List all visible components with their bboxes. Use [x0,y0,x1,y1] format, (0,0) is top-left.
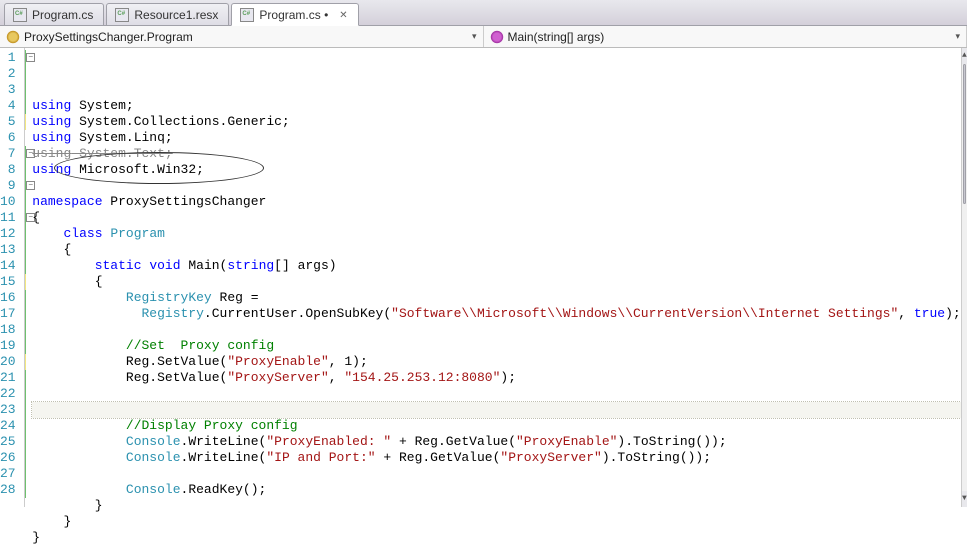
tab-label: Resource1.resx [134,8,218,22]
code-line[interactable]: //Display Proxy config [32,418,960,434]
class-dropdown[interactable]: ProxySettingsChanger.Program [0,26,484,47]
navigation-bar: ProxySettingsChanger.Program Main(string… [0,26,967,48]
line-number: 7 [0,146,24,162]
line-number: 6 [0,130,24,146]
code-line[interactable]: Console.WriteLine("ProxyEnabled: " + Reg… [32,434,960,450]
code-line[interactable]: { [32,210,960,226]
line-number: 15 [0,274,24,290]
line-number-gutter: 1234567891011121314151617181920212223242… [0,48,25,507]
line-number: 20 [0,354,24,370]
line-number: 5 [0,114,24,130]
code-line[interactable]: { [32,242,960,258]
code-line[interactable]: using Microsoft.Win32; [32,162,960,178]
line-number: 17 [0,306,24,322]
line-number: 27 [0,466,24,482]
tab-label: Program.cs [32,8,93,22]
code-editor[interactable]: 1234567891011121314151617181920212223242… [0,48,967,507]
line-number: 25 [0,434,24,450]
tab-bar: Program.cs Resource1.resx Program.cs • ✕ [0,0,967,26]
code-line[interactable]: } [32,530,960,546]
line-number: 16 [0,290,24,306]
line-number: 14 [0,258,24,274]
code-line[interactable] [32,402,960,418]
line-number: 4 [0,98,24,114]
code-line[interactable]: Console.ReadKey(); [32,482,960,498]
code-line[interactable]: } [32,514,960,530]
code-line[interactable]: namespace ProxySettingsChanger [32,194,960,210]
code-line[interactable] [32,466,960,482]
close-icon[interactable]: ✕ [339,10,347,21]
tab-resource1-resx[interactable]: Resource1.resx [106,3,229,25]
code-line[interactable]: static void Main(string[] args) [32,258,960,274]
file-icon [13,8,27,22]
vertical-scrollbar[interactable]: ▲ ▼ [961,48,967,507]
code-line[interactable]: Reg.SetValue("ProxyServer", "154.25.253.… [32,370,960,386]
scroll-down-arrow[interactable]: ▼ [962,491,967,507]
line-number: 9 [0,178,24,194]
file-icon [240,8,254,22]
line-number: 28 [0,482,24,498]
method-dropdown-label: Main(string[] args) [508,30,605,44]
code-line[interactable] [32,322,960,338]
line-number: 21 [0,370,24,386]
line-number: 1 [0,50,24,66]
line-number: 13 [0,242,24,258]
code-line[interactable]: Console.WriteLine("IP and Port:" + Reg.G… [32,450,960,466]
code-line[interactable]: RegistryKey Reg = [32,290,960,306]
tab-label: Program.cs • [259,8,328,22]
scroll-thumb[interactable] [963,64,966,204]
line-number: 2 [0,66,24,82]
code-line[interactable]: } [32,498,960,514]
line-number: 18 [0,322,24,338]
scroll-up-arrow[interactable]: ▲ [962,48,967,64]
code-line[interactable]: Registry.CurrentUser.OpenSubKey("Softwar… [32,306,960,322]
line-number: 12 [0,226,24,242]
code-line[interactable]: Reg.SetValue("ProxyEnable", 1); [32,354,960,370]
code-line[interactable]: { [32,274,960,290]
line-number: 8 [0,162,24,178]
line-number: 3 [0,82,24,98]
code-line[interactable] [32,386,960,402]
code-line[interactable]: using System.Text; [32,146,960,162]
line-number: 22 [0,386,24,402]
line-number: 26 [0,450,24,466]
line-number: 23 [0,402,24,418]
code-line[interactable]: using System; [32,98,960,114]
file-icon [115,8,129,22]
class-dropdown-label: ProxySettingsChanger.Program [24,30,193,44]
line-number: 11 [0,210,24,226]
line-number: 10 [0,194,24,210]
code-line[interactable]: class Program [32,226,960,242]
code-line[interactable]: using System.Linq; [32,130,960,146]
code-line[interactable] [32,178,960,194]
method-dropdown[interactable]: Main(string[] args) [484,26,967,47]
tab-program-cs[interactable]: Program.cs [4,3,104,25]
class-icon [6,30,20,44]
method-icon [490,30,504,44]
tab-program-cs[interactable]: Program.cs • ✕ [231,3,358,26]
code-line[interactable]: //Set Proxy config [32,338,960,354]
code-line[interactable]: using System.Collections.Generic; [32,114,960,130]
code-area[interactable]: using System;using System.Collections.Ge… [30,48,960,507]
line-number: 19 [0,338,24,354]
line-number: 24 [0,418,24,434]
